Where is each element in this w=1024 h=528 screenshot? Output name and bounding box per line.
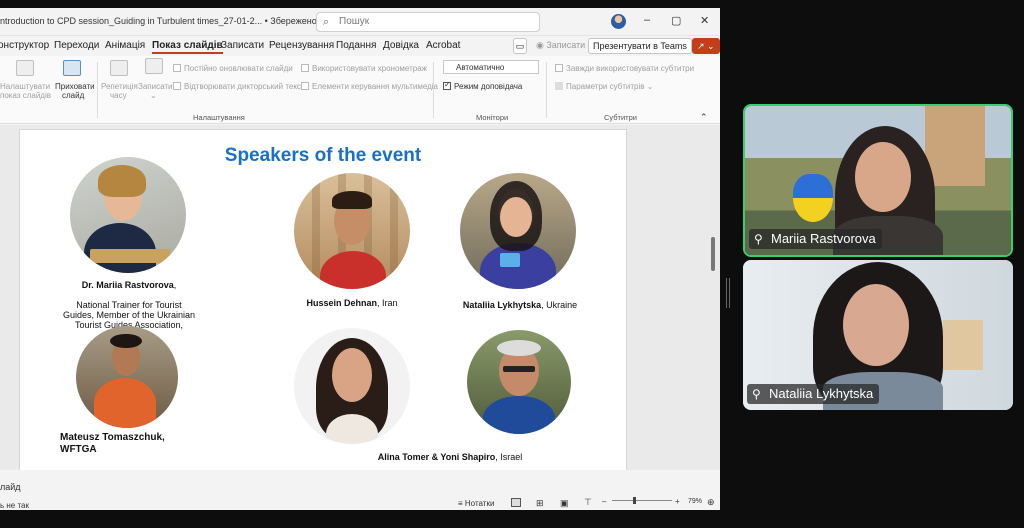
normal-view-icon[interactable] — [511, 498, 521, 507]
tab-review[interactable]: Рецензування — [269, 40, 334, 51]
search-placeholder: Пошук — [339, 16, 370, 27]
speaker-caption-hussein: Hussein Dehnan, Iran — [306, 298, 398, 308]
pin-icon: ⚲ — [752, 387, 761, 401]
video-tile-mariia[interactable]: ⚲ Mariia Rastvorova — [743, 104, 1013, 257]
speaker-photo-nataliia — [460, 173, 576, 289]
group-subtitles: Субтитри — [604, 113, 637, 122]
zoom-level[interactable]: 79% — [688, 498, 702, 505]
speaker-caption-alina-yoni: Alina Tomer & Yoni Shapiro, Israel — [377, 452, 523, 462]
checkbox-icon — [555, 64, 563, 72]
pin-icon: ⚲ — [754, 232, 763, 246]
share-button[interactable]: ↗ ⌄ — [692, 38, 720, 54]
comment-icon[interactable]: ▭ — [513, 38, 527, 54]
speaker-photo-alina — [294, 328, 410, 444]
cb-narration[interactable]: Відтворювати дикторський текст — [173, 82, 305, 91]
group-setup: Налаштування — [193, 113, 245, 122]
participant-name-mariia: ⚲ Mariia Rastvorova — [749, 229, 882, 249]
record-label-1[interactable]: Записати — [138, 82, 173, 91]
hide-slide-label-1[interactable]: Приховати — [55, 82, 95, 91]
hide-slide-label-2[interactable]: слайд — [62, 91, 84, 100]
slide-workarea: Speakers of the event Dr. Mariia Rastvor… — [0, 125, 720, 495]
status-bar: лайд ь не так ≡ Нотатки ⊞ ▣ ⊤ – + 79% ⊕ — [0, 470, 720, 510]
checkbox-icon — [301, 82, 309, 90]
zoom-slider-knob[interactable] — [633, 497, 636, 504]
collapse-ribbon-icon[interactable]: ⌃ — [700, 112, 708, 123]
scrollbar-thumb[interactable] — [711, 237, 715, 271]
powerpoint-window: ntroduction to CPD session_Guiding in Tu… — [0, 8, 720, 510]
account-avatar[interactable] — [611, 14, 626, 29]
present-in-teams-button[interactable]: Презентувати в Teams — [588, 38, 692, 54]
checkbox-icon — [173, 82, 181, 90]
group-monitors: Монітори — [476, 113, 509, 122]
speaker-photo-hussein — [294, 173, 410, 289]
close-button[interactable]: ✕ — [700, 14, 709, 27]
setup-show-label-1[interactable]: Налаштувати — [0, 82, 50, 91]
tab-transitions[interactable]: Переходи — [54, 40, 99, 51]
reading-view-icon[interactable]: ▣ — [560, 498, 569, 509]
checkbox-icon — [301, 64, 309, 72]
tab-record[interactable]: Записати — [221, 40, 264, 51]
tab-help[interactable]: Довідка — [383, 40, 419, 51]
slide-canvas[interactable]: Speakers of the event Dr. Mariia Rastvor… — [19, 129, 627, 471]
speaker-caption-nataliia: Nataliia Lykhytska, Ukraine — [462, 300, 578, 310]
cb-subtitles[interactable]: Завжди використовувати субтитри — [555, 64, 694, 73]
search-icon: ⌕ — [323, 16, 330, 28]
zoom-out-icon[interactable]: – — [602, 497, 606, 506]
cb-loop[interactable]: Постійно оновлювати слайди — [173, 64, 293, 73]
notes-button[interactable]: ≡ Нотатки — [458, 499, 494, 508]
tab-design[interactable]: онструктор — [0, 40, 49, 51]
search-box[interactable]: ⌕ Пошук — [316, 12, 540, 32]
slideshow-view-icon[interactable]: ⊤ — [584, 497, 592, 508]
hide-slide-icon — [63, 60, 81, 76]
record-label-2[interactable]: ⌄ — [150, 91, 157, 100]
tab-view[interactable]: Подання — [336, 40, 376, 51]
slide-sorter-icon[interactable]: ⊞ — [536, 498, 544, 509]
vertical-scrollbar[interactable] — [708, 125, 718, 465]
video-tile-nataliia[interactable]: ⚲ Nataliia Lykhytska — [743, 260, 1013, 410]
tab-acrobat[interactable]: Acrobat — [426, 40, 460, 51]
speaker-photo-mateusz — [76, 326, 178, 428]
zoom-slider[interactable] — [612, 500, 672, 501]
maximize-button[interactable]: ▢ — [671, 14, 681, 27]
tab-animation[interactable]: Анімація — [105, 40, 145, 51]
menu-bar: онструктор Переходи Анімація Показ слайд… — [0, 36, 720, 56]
minimize-button[interactable]: – — [644, 14, 650, 26]
checkbox-checked-icon — [443, 80, 451, 90]
slide-indicator: лайд — [0, 482, 21, 492]
document-title[interactable]: ntroduction to CPD session_Guiding in Tu… — [0, 16, 366, 27]
subtitle-icon — [555, 82, 563, 90]
monitor-select[interactable]: Автоматично — [443, 60, 539, 74]
speaker-photo-yoni — [467, 330, 571, 434]
rehearse-timing-label-2[interactable]: часу — [110, 91, 127, 100]
setup-show-label-2[interactable]: показ слайдів — [0, 91, 51, 100]
checkbox-icon — [173, 64, 181, 72]
setup-show-icon — [16, 60, 34, 76]
cb-timings[interactable]: Використовувати хронометраж — [301, 64, 427, 73]
record-button[interactable]: ◉ Записати — [532, 38, 589, 54]
cb-presenter-view[interactable]: Режим доповідача — [443, 80, 522, 91]
cb-media-controls[interactable]: Елементи керування мультимедіа — [301, 82, 438, 91]
accessibility-status[interactable]: ь не так — [0, 501, 29, 510]
record-icon — [145, 58, 163, 74]
speaker-photo-mariia — [70, 157, 186, 273]
zoom-in-icon[interactable]: + — [675, 497, 680, 506]
tab-slideshow[interactable]: Показ слайдів — [152, 40, 223, 54]
title-bar: ntroduction to CPD session_Guiding in Tu… — [0, 8, 720, 36]
rehearse-timing-icon — [110, 60, 128, 76]
speaker-caption-mateusz: Mateusz Tomaszchuk, WFTGA — [60, 432, 165, 455]
rehearse-timing-label-1[interactable]: Репетиція — [101, 82, 138, 91]
fit-slide-icon[interactable]: ⊕ — [707, 497, 715, 508]
panel-resize-grip[interactable] — [726, 278, 730, 308]
participant-name-nataliia: ⚲ Nataliia Lykhytska — [747, 384, 880, 404]
ukraine-heart-sign — [793, 174, 833, 222]
ribbon: Налаштувати показ слайдів Приховати слай… — [0, 56, 720, 124]
subtitle-settings[interactable]: Параметри субтитрів ⌄ — [555, 82, 653, 91]
